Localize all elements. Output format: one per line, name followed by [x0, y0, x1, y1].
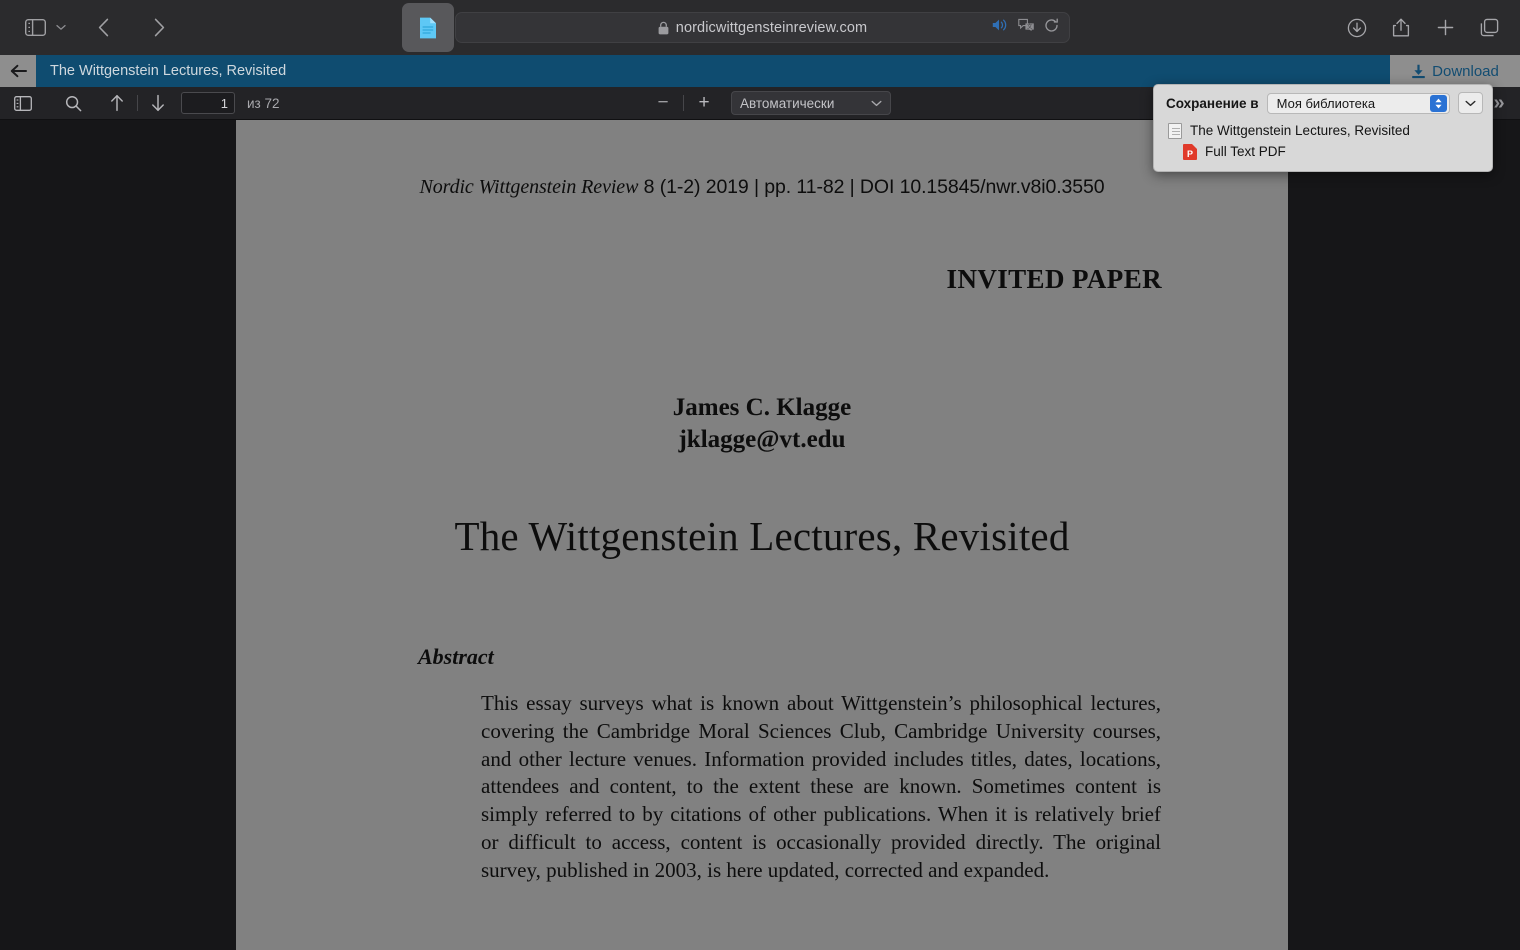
journal-name: Nordic Wittgenstein Review	[419, 176, 639, 198]
list-item[interactable]: The Wittgenstein Lectures, Revisited	[1168, 120, 1492, 141]
chevron-down-icon	[871, 94, 882, 112]
speaker-icon[interactable]	[992, 18, 1009, 37]
browser-toolbar: nordicwittgensteinreview.com 文	[0, 0, 1520, 55]
abstract-heading: Abstract	[418, 644, 494, 669]
sidebar-toggle-icon[interactable]	[18, 13, 52, 43]
forward-icon[interactable]	[142, 13, 176, 43]
zotero-item-title: The Wittgenstein Lectures, Revisited	[1190, 123, 1410, 138]
pdf-page[interactable]: Nordic Wittgenstein Review 8 (1-2) 2019 …	[236, 120, 1288, 950]
zoom-divider	[683, 95, 684, 111]
zotero-library-value: Моя библиотека	[1276, 95, 1376, 111]
arrow-down-icon[interactable]	[143, 90, 173, 116]
journal-citation: Nordic Wittgenstein Review 8 (1-2) 2019 …	[236, 176, 1288, 199]
arrow-up-icon[interactable]	[102, 90, 132, 116]
document-tab-icon	[420, 17, 436, 38]
back-icon[interactable]	[86, 13, 120, 43]
back-arrow-icon[interactable]	[0, 55, 36, 87]
zoom-level-select[interactable]: Автоматически	[731, 91, 891, 115]
document-title-bar: The Wittgenstein Lectures, Revisited Dow…	[0, 55, 1520, 87]
download-label: Download	[1432, 62, 1499, 80]
new-tab-icon[interactable]	[1430, 13, 1460, 43]
browser-right-actions	[1342, 0, 1504, 55]
page-total-label: из 72	[247, 95, 280, 111]
author-email: jklagge@vt.edu	[678, 426, 846, 453]
author-name: James C. Klagge	[672, 394, 852, 421]
reload-icon[interactable]	[1044, 18, 1059, 38]
address-bar-content: nordicwittgensteinreview.com	[456, 20, 1069, 36]
journal-citation-rest: 8 (1-2) 2019 | pp. 11-82 | DOI 10.15845/…	[638, 176, 1105, 198]
page-number-input[interactable]	[181, 92, 235, 114]
author-block: James C. Klagge jklagge@vt.edu	[236, 392, 1288, 456]
sidebar-options-chevron-icon[interactable]	[52, 14, 70, 42]
pdf-page-content: Nordic Wittgenstein Review 8 (1-2) 2019 …	[236, 120, 1288, 950]
document-icon	[1168, 122, 1182, 139]
list-item[interactable]: P Full Text PDF	[1168, 141, 1492, 162]
pdf-icon: P	[1183, 143, 1197, 160]
document-title: The Wittgenstein Lectures, Revisited	[50, 63, 287, 79]
translate-icon[interactable]: 文	[1018, 18, 1035, 37]
zotero-save-target-row: Сохранение в Моя библиотека	[1154, 85, 1492, 114]
pdf-sidebar-toggle-icon[interactable]	[8, 90, 38, 116]
download-button[interactable]: Download	[1390, 55, 1520, 87]
invited-paper-label: INVITED PAPER	[946, 264, 1162, 294]
downloads-icon[interactable]	[1342, 13, 1372, 43]
toolbar-divider	[137, 95, 138, 111]
paper-title: The Wittgenstein Lectures, Revisited	[454, 513, 1070, 559]
zoom-out-button[interactable]: −	[648, 90, 678, 116]
zotero-save-to-label: Сохранение в	[1166, 95, 1259, 111]
pdf-zoom-controls: − + Автоматически	[648, 90, 891, 116]
lock-icon	[658, 21, 669, 35]
zotero-attachment-title: Full Text PDF	[1205, 144, 1286, 159]
zoom-in-button[interactable]: +	[689, 90, 719, 116]
download-icon	[1412, 64, 1425, 78]
active-tab[interactable]	[402, 3, 454, 52]
search-icon[interactable]	[58, 90, 88, 116]
tab-overview-icon[interactable]	[1474, 13, 1504, 43]
stepper-up-down-icon[interactable]	[1430, 95, 1447, 112]
zotero-saved-items-list: The Wittgenstein Lectures, Revisited P F…	[1154, 114, 1492, 162]
abstract-text: This essay surveys what is known about W…	[481, 691, 1161, 882]
share-icon[interactable]	[1386, 13, 1416, 43]
zotero-more-options-button[interactable]	[1458, 92, 1483, 114]
address-bar-actions: 文	[992, 18, 1059, 38]
address-bar[interactable]: nordicwittgensteinreview.com 文	[455, 12, 1070, 43]
zotero-library-select[interactable]: Моя библиотека	[1266, 92, 1450, 114]
zotero-save-popup: Сохранение в Моя библиотека The Wittgens…	[1153, 84, 1493, 172]
url-text: nordicwittgensteinreview.com	[675, 19, 868, 36]
pdf-toolbar-left: из 72	[0, 90, 280, 116]
svg-text:文: 文	[1027, 23, 1033, 31]
browser-nav-controls	[0, 13, 176, 43]
zoom-level-label: Автоматически	[740, 95, 835, 111]
